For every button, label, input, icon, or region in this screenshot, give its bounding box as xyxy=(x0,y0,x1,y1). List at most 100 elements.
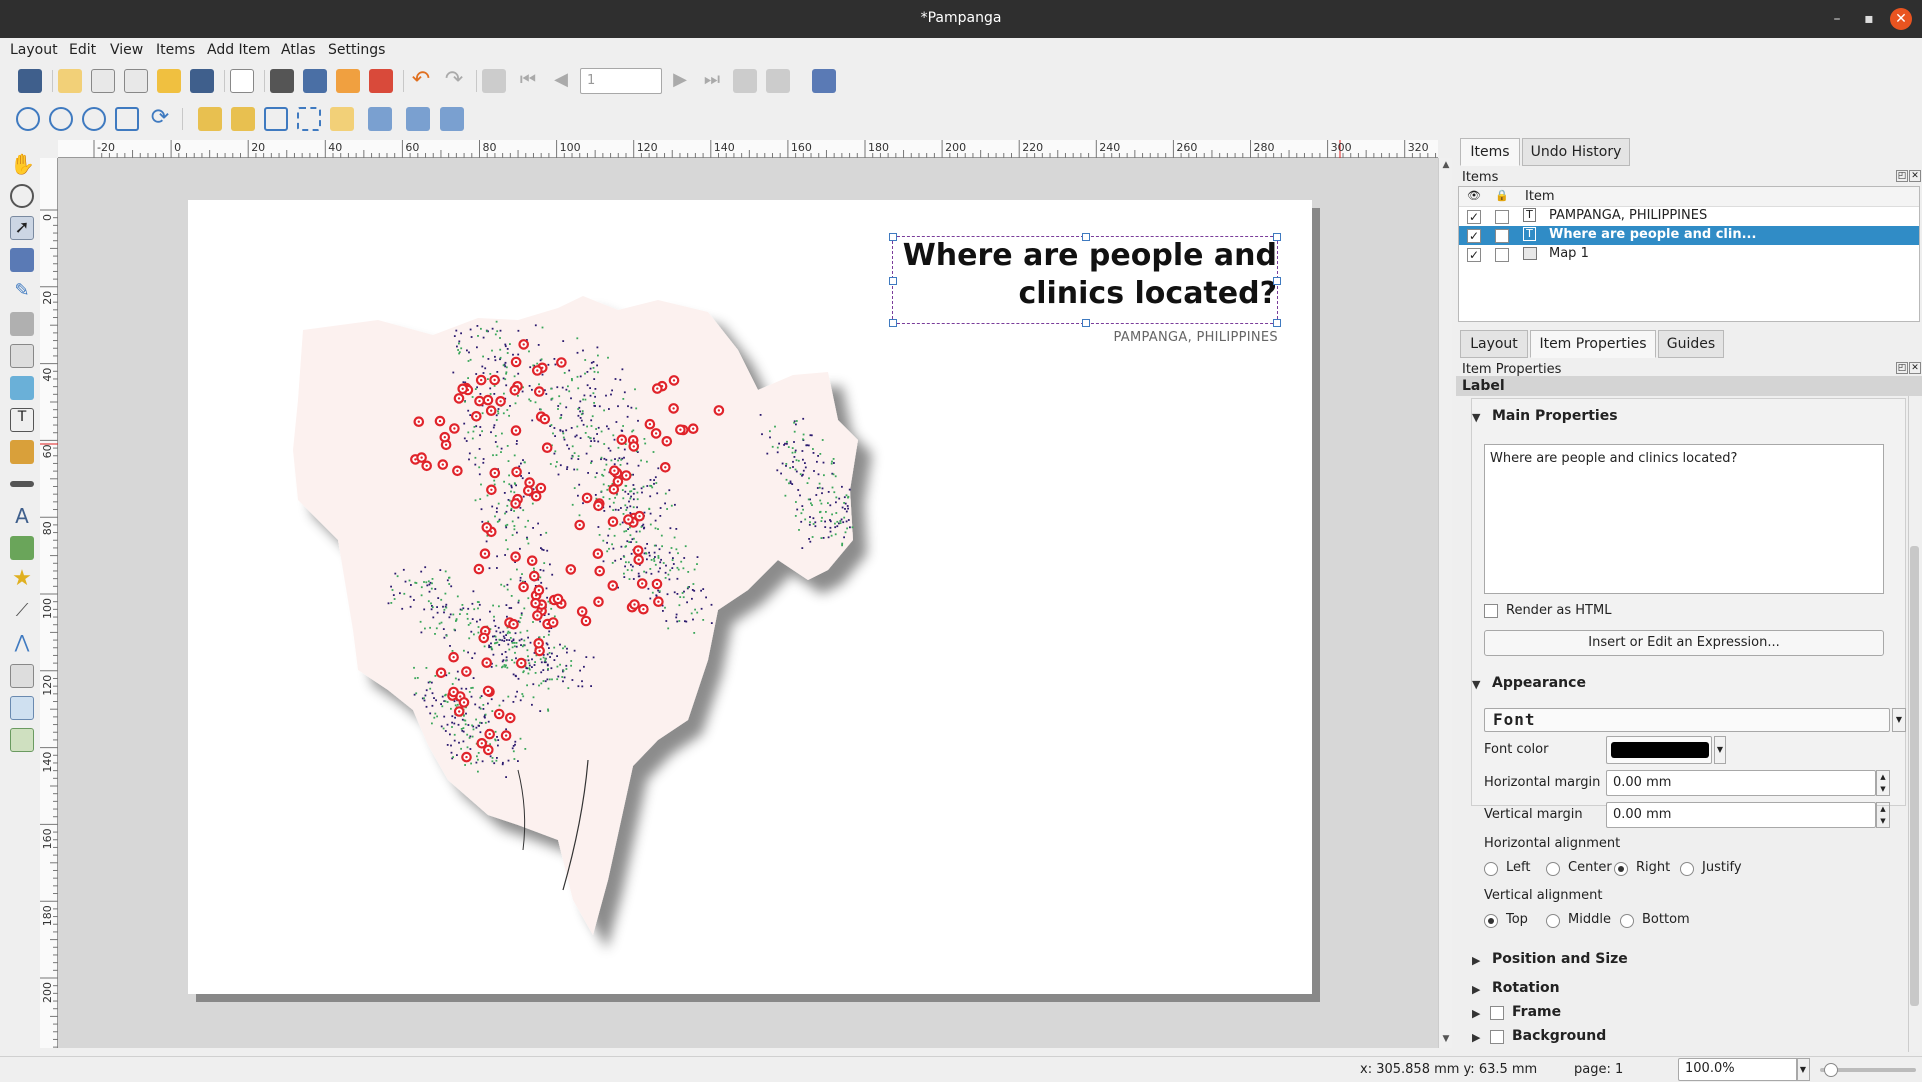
label-text-editor[interactable]: Where are people and clinics located? xyxy=(1484,444,1884,594)
collapse-triangle-icon[interactable]: ▶ xyxy=(1472,1007,1480,1020)
edit-nodes-icon[interactable]: ✎ xyxy=(10,280,34,304)
frame-heading[interactable]: Frame xyxy=(1512,1004,1561,1020)
resize-handle[interactable] xyxy=(1273,277,1281,285)
select-tool-icon[interactable]: ➚ xyxy=(10,216,34,240)
tab-guides[interactable]: Guides xyxy=(1658,330,1724,358)
tab-layout[interactable]: Layout xyxy=(1460,330,1528,358)
add-html-icon[interactable] xyxy=(10,664,34,688)
zoom-dropdown-icon[interactable]: ▼ xyxy=(1796,1058,1810,1081)
appearance-heading[interactable]: Appearance xyxy=(1492,675,1586,691)
collapse-triangle-icon[interactable]: ▶ xyxy=(1472,954,1480,967)
item-row[interactable]: ✓ Map 1 xyxy=(1459,245,1919,264)
resize-handle[interactable] xyxy=(889,233,897,241)
group-items-icon[interactable] xyxy=(264,107,288,131)
visibility-checkbox[interactable]: ✓ xyxy=(1467,229,1481,243)
font-color-button[interactable] xyxy=(1606,736,1712,764)
raise-items-icon[interactable] xyxy=(330,107,354,131)
add-3d-map-icon[interactable] xyxy=(10,344,34,368)
background-checkbox[interactable] xyxy=(1490,1030,1504,1044)
pan-icon[interactable]: ✋ xyxy=(10,152,35,176)
add-picture-icon[interactable] xyxy=(10,376,34,400)
last-feature-icon[interactable]: ⏭ xyxy=(700,69,724,93)
background-heading[interactable]: Background xyxy=(1512,1028,1606,1044)
expand-triangle-icon[interactable]: ▼ xyxy=(1472,678,1480,691)
zoom-in-icon[interactable] xyxy=(16,107,40,131)
lock-checkbox[interactable] xyxy=(1495,229,1509,243)
close-panel-icon[interactable]: ✕ xyxy=(1909,362,1921,374)
zoom-combobox[interactable]: 100.0% xyxy=(1678,1058,1798,1081)
print-icon[interactable] xyxy=(270,69,294,93)
add-scalebar-icon[interactable] xyxy=(10,481,34,487)
tab-item-properties[interactable]: Item Properties xyxy=(1530,330,1656,358)
subtitle-label[interactable]: PAMPANGA, PHILIPPINES xyxy=(892,330,1278,345)
atlas-print-icon[interactable] xyxy=(733,69,757,93)
canvas-vertical-scrollbar[interactable]: ▲ ▼ xyxy=(1438,158,1452,1048)
zoom-tool-icon[interactable] xyxy=(10,184,34,208)
undo-icon[interactable]: ↶ xyxy=(409,69,433,93)
unlock-items-icon[interactable] xyxy=(231,107,255,131)
open-template-icon[interactable] xyxy=(157,69,181,93)
move-content-icon[interactable] xyxy=(10,248,34,272)
visibility-checkbox[interactable]: ✓ xyxy=(1467,248,1481,262)
frame-checkbox[interactable] xyxy=(1490,1006,1504,1020)
lock-items-icon[interactable] xyxy=(198,107,222,131)
v-align-top-radio[interactable] xyxy=(1484,914,1498,928)
add-marker-icon[interactable]: ★ xyxy=(10,568,34,592)
v-align-bottom-radio[interactable] xyxy=(1620,914,1634,928)
float-icon[interactable]: ◰ xyxy=(1896,362,1908,374)
scrollbar-thumb[interactable] xyxy=(1910,546,1919,1006)
resize-handle[interactable] xyxy=(1273,319,1281,327)
layout-canvas[interactable]: Where are people and clinics located? PA… xyxy=(58,158,1438,1048)
export-svg-icon[interactable] xyxy=(336,69,360,93)
position-size-heading[interactable]: Position and Size xyxy=(1492,951,1628,967)
h-align-right-radio[interactable] xyxy=(1614,862,1628,876)
close-icon[interactable]: ✕ xyxy=(1890,8,1912,30)
distribute-items-icon[interactable] xyxy=(406,107,430,131)
menu-items[interactable]: Items xyxy=(156,42,195,58)
maximize-icon[interactable]: ▪ xyxy=(1858,8,1880,30)
duplicate-layout-icon[interactable] xyxy=(91,69,115,93)
v-margin-stepper[interactable]: ▲ ▼ xyxy=(1876,802,1890,828)
add-arrow-icon[interactable]: ⟋ xyxy=(10,600,34,624)
zoom-slider[interactable] xyxy=(1820,1063,1916,1077)
save-template-icon[interactable] xyxy=(190,69,214,93)
resize-handle[interactable] xyxy=(1082,319,1090,327)
visibility-checkbox[interactable]: ✓ xyxy=(1467,210,1481,224)
redo-icon[interactable]: ↷ xyxy=(442,69,466,93)
atlas-settings-icon[interactable] xyxy=(812,69,836,93)
menu-view[interactable]: View xyxy=(110,42,143,58)
lock-checkbox[interactable] xyxy=(1495,248,1509,262)
zoom-full-icon[interactable] xyxy=(115,107,139,131)
v-margin-spinbox[interactable]: 0.00 mm xyxy=(1606,802,1876,828)
collapse-triangle-icon[interactable]: ▶ xyxy=(1472,983,1480,996)
add-attribute-table-icon[interactable] xyxy=(10,696,34,720)
insert-expression-button[interactable]: Insert or Edit an Expression... xyxy=(1484,630,1884,656)
new-layout-icon[interactable] xyxy=(58,69,82,93)
export-pdf-icon[interactable] xyxy=(369,69,393,93)
rotation-heading[interactable]: Rotation xyxy=(1492,980,1560,996)
font-button[interactable]: Font xyxy=(1484,708,1890,732)
menu-settings[interactable]: Settings xyxy=(328,42,385,58)
resize-handle[interactable] xyxy=(1082,233,1090,241)
scroll-down-icon[interactable]: ▼ xyxy=(1440,1034,1452,1046)
expand-triangle-icon[interactable]: ▼ xyxy=(1472,411,1480,424)
layout-page[interactable]: Where are people and clinics located? PA… xyxy=(188,200,1312,994)
resize-items-icon[interactable] xyxy=(440,107,464,131)
export-image-icon[interactable] xyxy=(303,69,327,93)
v-align-middle-radio[interactable] xyxy=(1546,914,1560,928)
add-label-icon[interactable]: T xyxy=(10,408,34,432)
zoom-actual-icon[interactable] xyxy=(82,107,106,131)
layout-manager-icon[interactable] xyxy=(124,69,148,93)
font-dropdown-icon[interactable]: ▼ xyxy=(1892,708,1906,732)
previous-feature-icon[interactable]: ◀ xyxy=(549,69,573,93)
collapse-triangle-icon[interactable]: ▶ xyxy=(1472,1031,1480,1044)
menu-edit[interactable]: Edit xyxy=(69,42,96,58)
h-align-justify-radio[interactable] xyxy=(1680,862,1694,876)
minimize-icon[interactable]: – xyxy=(1826,8,1848,30)
h-margin-stepper[interactable]: ▲ ▼ xyxy=(1876,770,1890,796)
items-tree[interactable]: 👁 🔒 Item ✓ T PAMPANGA, PHILIPPINES ✓ T W… xyxy=(1458,186,1920,322)
save-icon[interactable] xyxy=(18,69,42,93)
add-fixed-table-icon[interactable] xyxy=(10,728,34,752)
main-properties-heading[interactable]: Main Properties xyxy=(1492,408,1618,424)
add-page-icon[interactable] xyxy=(230,69,254,93)
